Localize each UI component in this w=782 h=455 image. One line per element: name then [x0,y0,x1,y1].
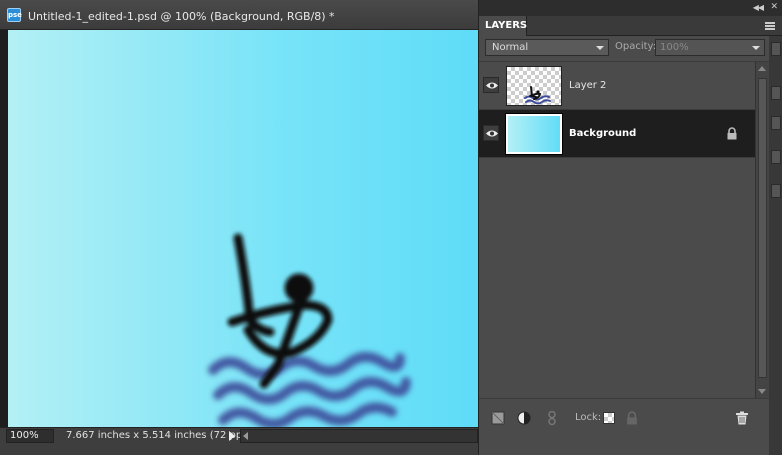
layer-name: Background [569,128,637,139]
image-canvas[interactable] [8,30,478,427]
new-layer-icon[interactable] [491,411,505,425]
scroll-down-icon[interactable] [758,389,766,394]
lock-label: Lock: [575,412,602,423]
collapse-icon[interactable]: ◀◀ [753,3,764,12]
layer-thumbnail [505,113,563,155]
pse-logo-icon: pse [7,8,22,22]
eye-icon[interactable] [483,77,499,93]
opacity-label: Opacity: [615,41,657,52]
blend-mode-select[interactable]: Normal [485,39,609,56]
opacity-value: 100% [660,42,689,53]
scroll-up-icon[interactable] [758,66,766,71]
status-menu-arrow-icon[interactable] [229,431,235,441]
layer-thumbnail [506,66,562,106]
drawing [208,233,411,427]
lock-all-icon[interactable] [625,411,639,425]
scroll-left-icon[interactable] [243,432,248,440]
document-tab[interactable]: pse Untitled-1_edited-1.psd @ 100% (Back… [0,0,478,30]
scroll-thumb[interactable] [758,78,767,378]
document-info: 7.667 inches x 5.514 inches (72 ppi) [66,430,249,441]
layer-row-layer-2[interactable]: Layer 2 [479,62,755,110]
edge-button[interactable] [771,184,781,198]
panel-edge-strip [769,36,782,455]
link-icon[interactable] [545,411,559,425]
blend-row: Normal Opacity: 100% [479,36,782,62]
adjustment-layer-icon[interactable] [517,411,531,425]
vertical-scrollbar[interactable] [755,62,769,398]
tab-layers[interactable]: LAYERS [479,16,527,36]
layer-row-background[interactable]: Background [479,110,755,158]
panel-menu-icon[interactable] [765,22,775,30]
chevron-down-icon [596,46,604,50]
edge-button[interactable] [771,42,781,56]
edge-button[interactable] [771,86,781,100]
edge-button[interactable] [771,116,781,130]
close-icon[interactable]: ✕ [770,2,778,12]
layer-name: Layer 2 [569,80,607,91]
document-window: pse Untitled-1_edited-1.psd @ 100% (Back… [0,0,478,455]
document-title: Untitled-1_edited-1.psd @ 100% (Backgrou… [28,10,335,23]
horizontal-scrollbar[interactable] [240,429,478,443]
blend-mode-value: Normal [492,42,529,53]
panel-tabbar: LAYERS [479,16,782,36]
lock-transparent-icon[interactable] [603,412,615,424]
waves [208,352,411,427]
panel-footer: Lock: [479,398,769,438]
layer-list: Layer 2 Background [479,62,755,398]
layers-panel: ◀◀ ✕ LAYERS Normal Opacity: 100% Layer 2… [478,0,782,455]
panel-header-strip: ◀◀ ✕ [479,0,782,16]
trash-icon[interactable] [735,411,749,425]
chevron-down-icon [752,46,760,50]
canvas-area [0,30,478,427]
zoom-field[interactable]: 100% [6,429,54,443]
edge-button[interactable] [771,150,781,164]
lock-icon [727,127,737,140]
eye-icon[interactable] [483,125,499,141]
status-bar: 100% 7.667 inches x 5.514 inches (72 ppi… [0,427,478,443]
opacity-field[interactable]: 100% [655,39,765,56]
